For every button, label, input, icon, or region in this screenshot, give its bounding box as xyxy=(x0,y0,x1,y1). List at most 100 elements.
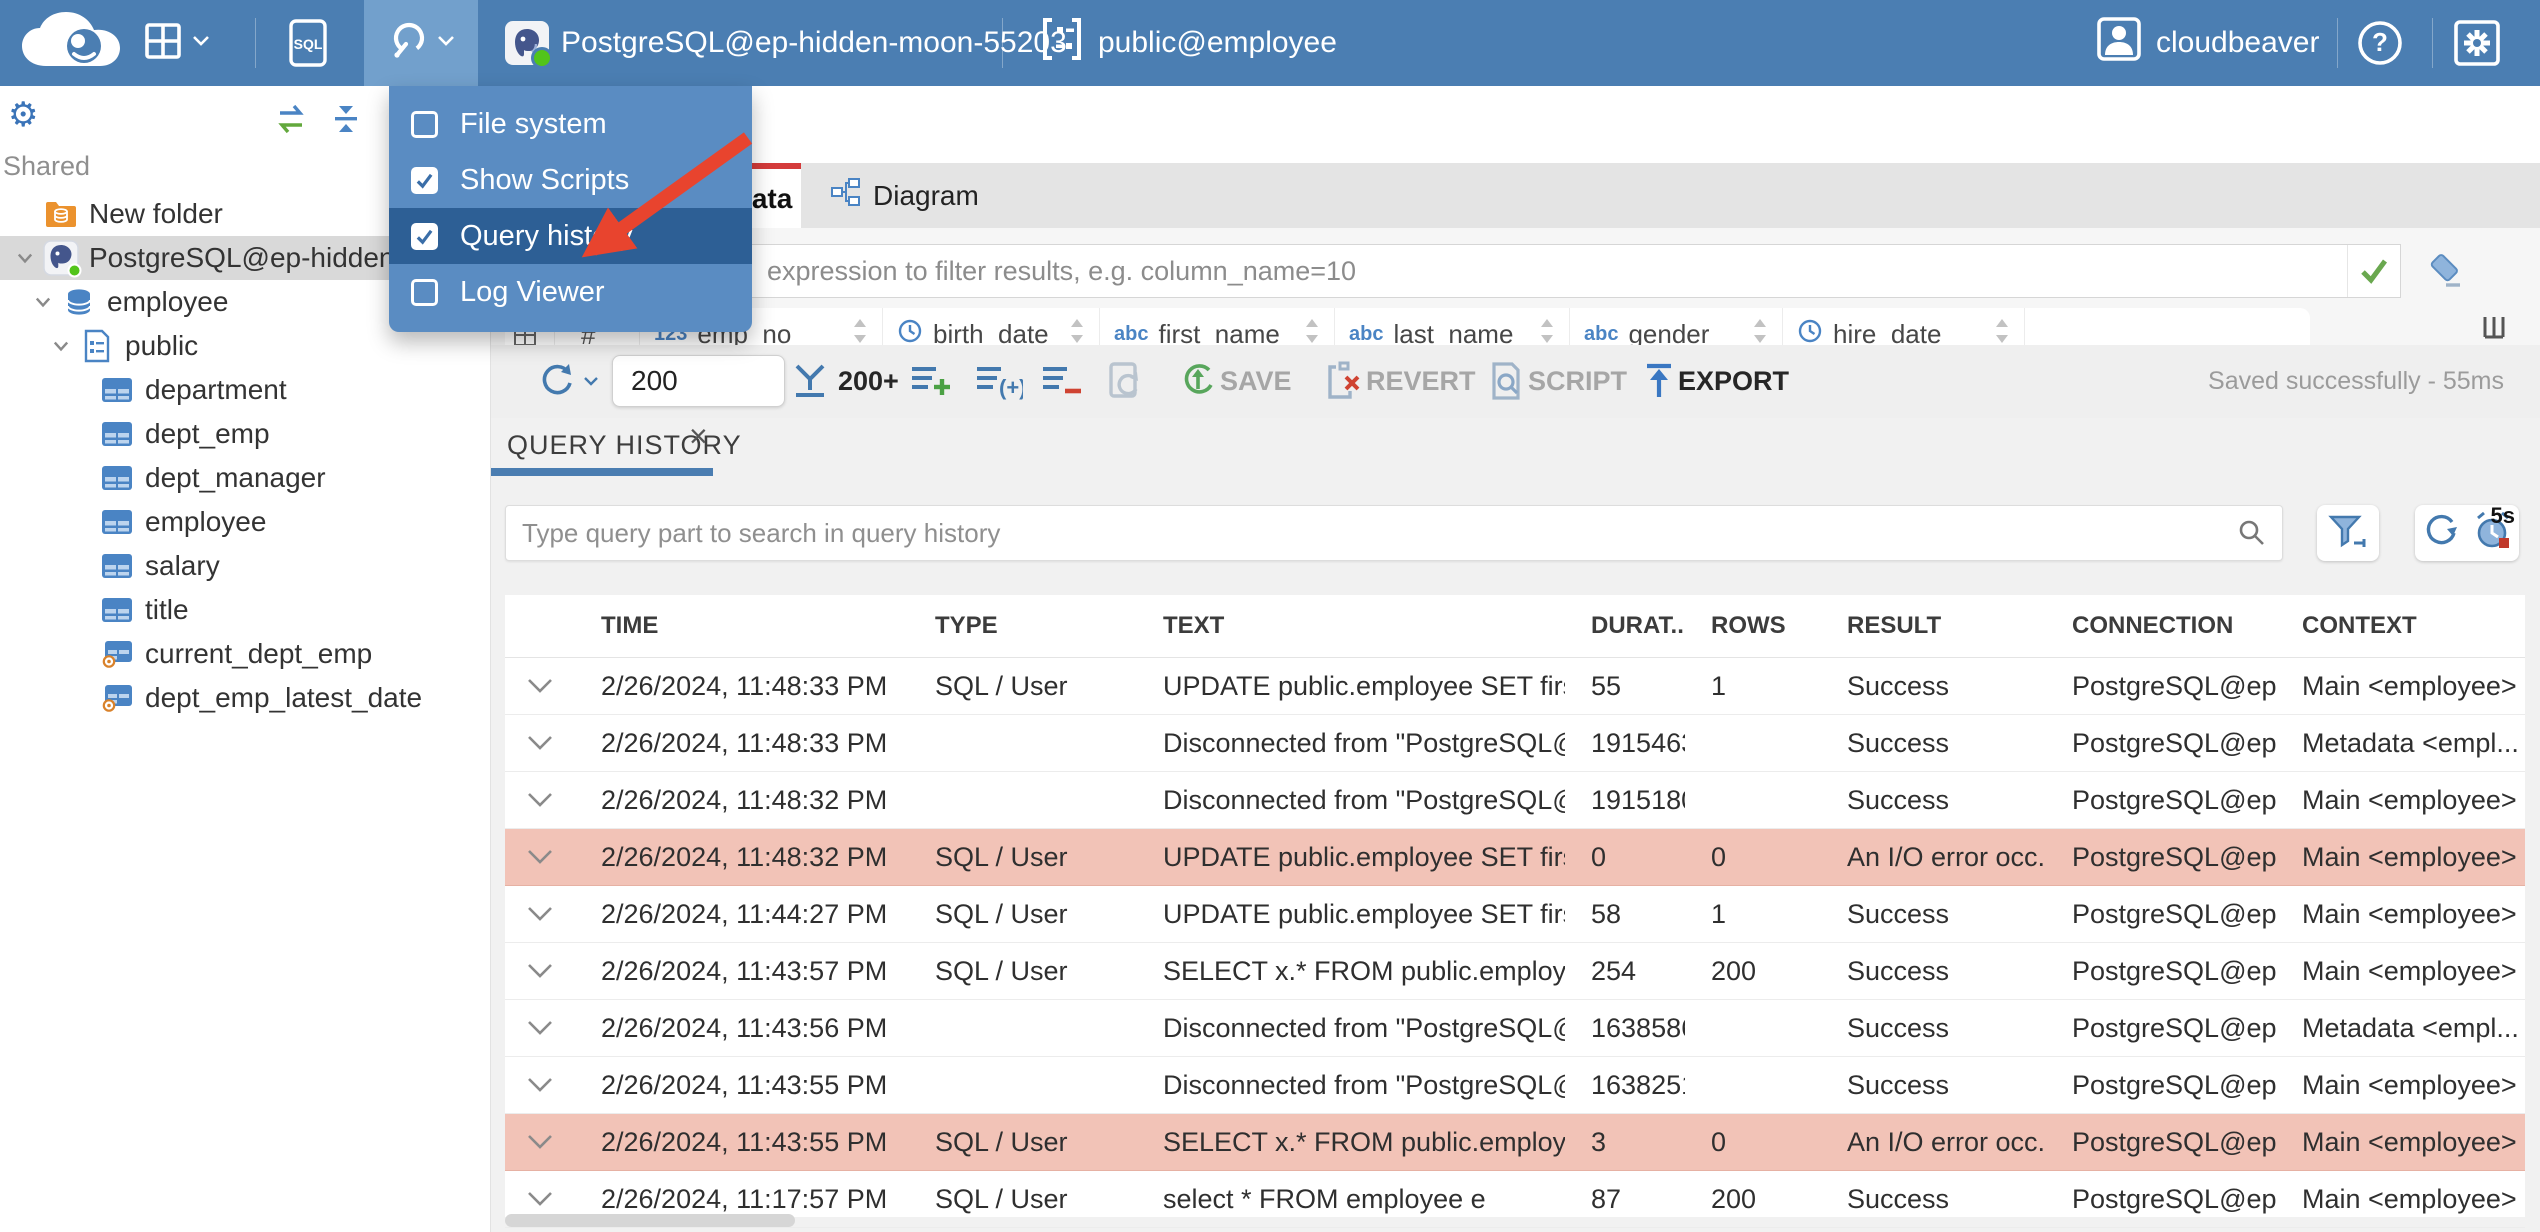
refresh-button[interactable] xyxy=(535,345,599,417)
grid-column-header-gender[interactable]: abc gender xyxy=(1570,308,1783,345)
sql-editor-button[interactable]: SQL xyxy=(288,0,328,86)
menu-item-file-system[interactable]: File system xyxy=(389,96,752,152)
history-column-header[interactable]: TYPE xyxy=(909,612,1137,640)
checkbox-checked-icon[interactable] xyxy=(411,166,438,194)
tree-item-salary[interactable]: salary xyxy=(0,544,490,588)
tree-expand-chevron-icon[interactable] xyxy=(8,247,42,269)
history-row[interactable]: 2/26/2024, 11:48:33 PM Disconnected from … xyxy=(505,715,2525,772)
sort-icon[interactable] xyxy=(1067,317,1087,346)
settings-button[interactable] xyxy=(2452,0,2502,86)
sidebar-settings-icon[interactable]: ⚙ xyxy=(8,98,38,132)
help-button[interactable]: ? xyxy=(2356,0,2404,86)
row-expand-chevron-icon[interactable] xyxy=(505,734,575,752)
sort-icon[interactable] xyxy=(1750,317,1770,346)
sort-icon[interactable] xyxy=(850,317,870,346)
new-object-button[interactable] xyxy=(142,0,210,86)
row-expand-chevron-icon[interactable] xyxy=(505,962,575,980)
history-column-header[interactable]: DURAT... xyxy=(1565,612,1685,640)
fetch-size-label[interactable]: 200+ xyxy=(838,345,899,417)
history-row[interactable]: 2/26/2024, 11:48:33 PM SQL / User UPDATE p… xyxy=(505,658,2525,715)
tree-item-department[interactable]: department xyxy=(0,368,490,412)
history-row[interactable]: 2/26/2024, 11:43:56 PM Disconnected from … xyxy=(505,1000,2525,1057)
tree-expand-chevron-icon[interactable] xyxy=(26,291,60,313)
text-type-icon: abc xyxy=(1584,322,1619,345)
history-row[interactable]: 2/26/2024, 11:44:27 PM SQL / User UPDATE p… xyxy=(505,886,2525,943)
horizontal-scrollbar[interactable] xyxy=(505,1214,795,1227)
clear-filter-button[interactable] xyxy=(2421,249,2467,295)
revert-button[interactable]: REVERT xyxy=(1366,345,1476,417)
row-limit-input[interactable] xyxy=(612,355,785,407)
history-column-header[interactable]: RESULT xyxy=(1821,612,2046,640)
sort-icon[interactable] xyxy=(1302,317,1322,346)
tree-item-employee[interactable]: employee xyxy=(0,500,490,544)
history-refresh-group[interactable]: 5s xyxy=(2415,503,2519,561)
grid-column-header-last_name[interactable]: abc last_name xyxy=(1335,308,1570,345)
filter-expression-input[interactable] xyxy=(503,245,2347,297)
history-filter-button[interactable] xyxy=(2317,505,2379,561)
row-expand-chevron-icon[interactable] xyxy=(505,848,575,866)
tab-diagram[interactable]: Diagram xyxy=(831,163,979,228)
fetch-page-icon[interactable] xyxy=(791,345,829,417)
query-history-table: TIME TYPE TEXT DURAT... ROWS RESULT CONNECTION… xyxy=(505,595,2525,1228)
refresh-icon[interactable] xyxy=(2420,510,2462,557)
menu-item-query-history[interactable]: Query history xyxy=(389,208,752,264)
tree-expand-chevron-icon[interactable] xyxy=(44,335,78,357)
collapse-all-icon[interactable] xyxy=(330,104,362,139)
history-cell-duration: 1915463 xyxy=(1591,727,1685,758)
row-expand-chevron-icon[interactable] xyxy=(505,1133,575,1151)
close-panel-icon[interactable]: × xyxy=(689,420,708,452)
sync-connection-icon[interactable] xyxy=(274,104,308,139)
row-expand-chevron-icon[interactable] xyxy=(505,1190,575,1208)
history-row[interactable]: 2/26/2024, 11:43:57 PM SQL / User SELECT x… xyxy=(505,943,2525,1000)
checkbox-unchecked-icon[interactable] xyxy=(411,278,438,306)
tree-item-dept-emp[interactable]: dept_emp xyxy=(0,412,490,456)
history-row[interactable]: 2/26/2024, 11:43:55 PM Disconnected from … xyxy=(505,1057,2525,1114)
menu-item-show-scripts[interactable]: Show Scripts xyxy=(389,152,752,208)
export-button[interactable]: EXPORT xyxy=(1678,345,1789,417)
history-row[interactable]: 2/26/2024, 11:48:32 PM Disconnected from … xyxy=(505,772,2525,829)
history-column-header[interactable]: CONNECTION xyxy=(2046,612,2276,640)
duplicate-row-icon[interactable]: (+) xyxy=(975,345,1023,417)
delete-row-icon[interactable] xyxy=(1041,345,1085,417)
user-menu[interactable]: cloudbeaver xyxy=(2096,0,2319,86)
checkbox-unchecked-icon[interactable] xyxy=(411,110,438,138)
save-button[interactable]: SAVE xyxy=(1220,345,1292,417)
tree-item-title[interactable]: title xyxy=(0,588,490,632)
history-cell-duration: 58 xyxy=(1591,898,1622,929)
history-column-header[interactable]: CONTEXT xyxy=(2276,612,2525,640)
history-search-input[interactable] xyxy=(506,517,2236,549)
sort-icon[interactable] xyxy=(1992,317,2012,346)
history-cell-result: Success xyxy=(1847,1012,1950,1043)
row-expand-chevron-icon[interactable] xyxy=(505,791,575,809)
grid-column-header-birth_date[interactable]: birth_date xyxy=(883,308,1100,345)
menu-item-log-viewer[interactable]: Log Viewer xyxy=(389,264,752,320)
export-icon xyxy=(1641,345,1677,417)
add-row-icon[interactable] xyxy=(910,345,954,417)
grid-column-header-first_name[interactable]: abc first_name xyxy=(1100,308,1335,345)
row-expand-chevron-icon[interactable] xyxy=(505,1019,575,1037)
tree-item-dept-emp-latest-date[interactable]: dept_emp_latest_date xyxy=(0,676,490,720)
grid-columns-icon[interactable] xyxy=(2480,314,2510,347)
apply-filter-button[interactable] xyxy=(2347,245,2400,297)
script-button[interactable]: SCRIPT xyxy=(1528,345,1627,417)
tree-item-dept-manager[interactable]: dept_manager xyxy=(0,456,490,500)
sort-icon[interactable] xyxy=(1537,317,1557,346)
history-cell-time: 2/26/2024, 11:17:57 PM xyxy=(601,1183,888,1214)
row-expand-chevron-icon[interactable] xyxy=(505,1076,575,1094)
history-column-header[interactable]: TIME xyxy=(575,612,909,640)
schema-selector[interactable]: public@employee xyxy=(1040,0,1337,86)
row-expand-chevron-icon[interactable] xyxy=(505,905,575,923)
history-column-header[interactable]: ROWS xyxy=(1685,612,1821,640)
history-row[interactable]: 2/26/2024, 11:43:55 PM SQL / User SELECT x… xyxy=(505,1114,2525,1171)
checkbox-checked-icon[interactable] xyxy=(411,222,438,250)
history-row[interactable]: 2/26/2024, 11:17:57 PM SQL / User select *… xyxy=(505,1171,2525,1228)
row-expand-chevron-icon[interactable] xyxy=(505,677,575,695)
tools-menu-button[interactable] xyxy=(364,0,478,86)
history-column-header[interactable]: TEXT xyxy=(1137,612,1565,640)
grid-column-header-hire_date[interactable]: hire_date xyxy=(1783,308,2025,345)
history-row[interactable]: 2/26/2024, 11:48:32 PM SQL / User UPDATE p… xyxy=(505,829,2525,886)
history-cell-result: An I/O error occ... xyxy=(1847,1126,2046,1157)
connection-selector[interactable]: PostgreSQL@ep-hidden-moon-55203 xyxy=(505,0,1067,86)
tree-item-current-dept-emp[interactable]: current_dept_emp xyxy=(0,632,490,676)
history-cell-connection: PostgreSQL@ep-... xyxy=(2072,955,2276,986)
